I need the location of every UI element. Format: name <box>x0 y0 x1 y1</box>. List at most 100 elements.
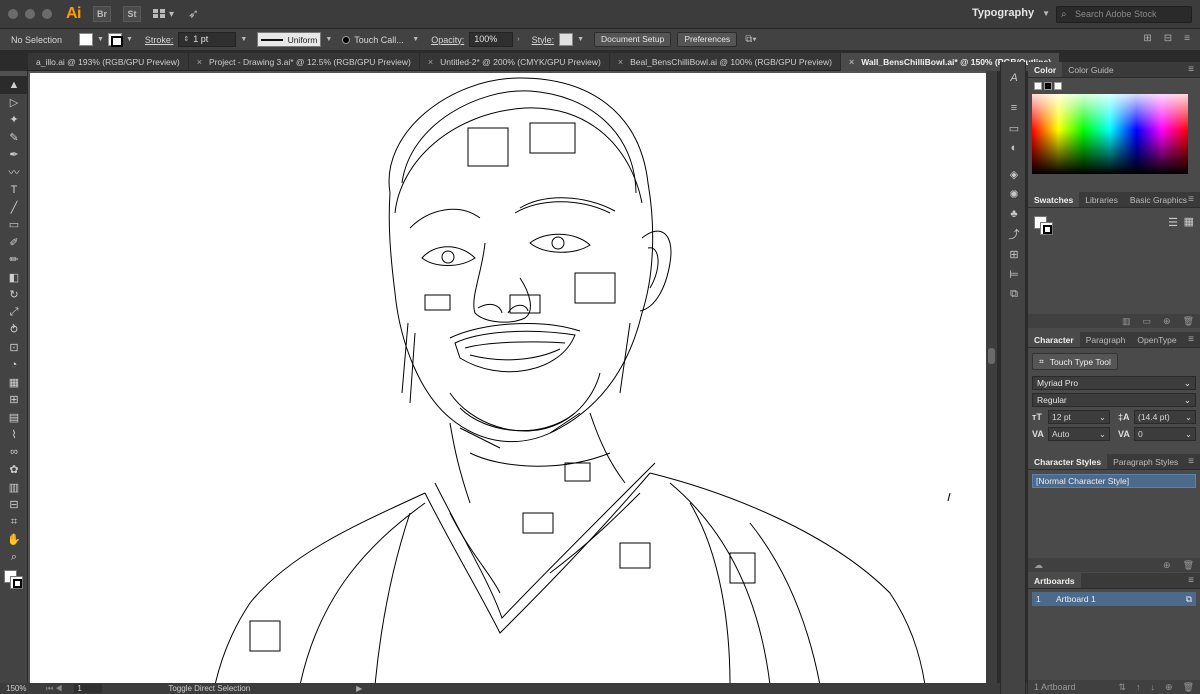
close-icon[interactable]: × <box>618 53 623 71</box>
chevron-down-icon[interactable]: ▼ <box>325 36 332 43</box>
new-swatch-icon[interactable]: ⊕ <box>1163 316 1171 327</box>
delete-icon[interactable]: 🗑 <box>1183 316 1194 327</box>
document-setup-button[interactable]: Document Setup <box>594 32 672 47</box>
variable-width-profile[interactable]: Uniform <box>257 32 322 47</box>
stroke-swatch[interactable] <box>107 33 123 47</box>
gradient-icon[interactable]: ▤ <box>0 409 28 427</box>
style-label[interactable]: Style: <box>532 35 555 45</box>
slice-icon[interactable]: ⌗ <box>0 514 28 532</box>
chevron-down-icon[interactable]: ▼ <box>240 36 247 43</box>
touch-type-tool-button[interactable]: ⌗ Touch Type Tool <box>1032 353 1118 370</box>
tab-paragraph-styles[interactable]: Paragraph Styles <box>1107 454 1184 469</box>
document-tab[interactable]: × Project - Drawing 3.ai* @ 12.5% (RGB/GP… <box>189 53 420 71</box>
align-icon[interactable]: ⊟ <box>1164 33 1172 44</box>
scrollbar-thumb[interactable] <box>988 348 995 364</box>
status-menu-icon[interactable]: ▶ <box>356 684 362 693</box>
new-artboard-icon[interactable]: ⊕ <box>1165 682 1173 693</box>
list-view-icon[interactable]: ☰ <box>1168 216 1178 229</box>
tab-color-guide[interactable]: Color Guide <box>1062 62 1119 77</box>
minimize-window-button[interactable] <box>25 9 35 19</box>
close-icon[interactable]: × <box>849 53 854 71</box>
document-tab[interactable]: × Beal_BensChilliBowl.ai @ 100% (RGB/GPU … <box>610 53 841 71</box>
panel-menu-icon[interactable]: ≡ <box>1188 573 1194 589</box>
cloud-icon[interactable]: ☁ <box>1034 560 1043 571</box>
export-panel-icon[interactable]: ⤴ <box>1001 224 1027 244</box>
rectangle-tool-icon[interactable]: ▭ <box>0 216 28 234</box>
panel-menu-icon[interactable]: ≡ <box>1188 332 1194 348</box>
chevron-down-icon[interactable]: ▼ <box>126 36 133 43</box>
preferences-button[interactable]: Preferences <box>677 32 738 47</box>
artboard-nav-prev-icon[interactable]: ⏮◀ <box>46 684 64 694</box>
free-transform-icon[interactable]: ⊡ <box>0 339 28 357</box>
magic-wand-icon[interactable]: ✦ <box>0 111 28 129</box>
panel-menu-icon[interactable]: ≡ <box>1184 33 1190 44</box>
panel-menu-icon[interactable]: ≡ <box>1188 62 1194 78</box>
new-color-group-icon[interactable]: ▭ <box>1143 316 1152 327</box>
panel-menu-icon[interactable]: ≡ <box>1188 192 1194 208</box>
tracking-field[interactable]: 0 ⌄ <box>1134 427 1196 441</box>
layers-panel-icon[interactable]: ◈ <box>1001 164 1027 184</box>
swatch-library-icon[interactable]: ▥ <box>1122 316 1131 327</box>
rearrange-icon[interactable]: ⇅ <box>1118 682 1126 693</box>
kerning-field[interactable]: Auto ⌄ <box>1048 427 1110 441</box>
line-tool-icon[interactable]: ╱ <box>0 199 28 217</box>
character-panel-icon[interactable]: A <box>1001 68 1027 88</box>
shape-builder-icon[interactable]: ◔ <box>0 356 28 374</box>
transparency-panel-icon[interactable]: ▭ <box>1001 118 1027 138</box>
document-tab[interactable]: a_illo.ai @ 193% (RGB/GPU Preview) <box>28 53 189 71</box>
none-swatch[interactable] <box>1034 82 1042 90</box>
font-family-field[interactable]: Myriad Pro ⌄ <box>1032 376 1196 390</box>
list-item[interactable]: [Normal Character Style] <box>1032 474 1196 488</box>
close-icon[interactable]: × <box>197 53 202 71</box>
chevron-down-icon[interactable]: ▼ <box>577 36 584 43</box>
tab-character-styles[interactable]: Character Styles <box>1028 454 1108 469</box>
tab-color[interactable]: Color <box>1028 62 1063 77</box>
stroke-weight-field[interactable]: ⇕ 1 pt <box>178 32 237 47</box>
canvas-area[interactable] <box>28 71 986 683</box>
pathfinder-panel-icon[interactable]: ⊞ <box>1001 244 1027 264</box>
artboard-tool-icon[interactable]: ⊟ <box>0 496 28 514</box>
portrait-outline-artwork[interactable] <box>30 73 986 683</box>
eyedropper-icon[interactable]: ⌇ <box>0 426 28 444</box>
font-size-field[interactable]: 12 pt ⌄ <box>1048 410 1110 424</box>
rotate-icon[interactable]: ↻ <box>0 286 28 304</box>
thumbnail-view-icon[interactable]: ▦ <box>1184 215 1194 228</box>
symbol-sprayer-icon[interactable]: ✿ <box>0 461 28 479</box>
tab-basic-graphics[interactable]: Basic Graphics <box>1124 192 1193 207</box>
status-message[interactable]: Toggle Direct Selection <box>168 684 250 693</box>
stock-button[interactable]: St <box>123 6 141 22</box>
brushes-panel-icon[interactable]: ✺ <box>1001 184 1027 204</box>
hand-tool-icon[interactable]: ✋ <box>0 531 28 549</box>
gpu-performance-icon[interactable]: ➶ <box>188 6 199 22</box>
tab-character[interactable]: Character <box>1028 332 1080 347</box>
scale-icon[interactable]: ⤢ <box>0 304 28 322</box>
artboard[interactable] <box>30 73 986 683</box>
stroke-label[interactable]: Stroke: <box>145 35 174 45</box>
delete-icon[interactable]: 🗑 <box>1183 560 1194 571</box>
black-swatch[interactable] <box>1044 82 1052 90</box>
bridge-button[interactable]: Br <box>93 6 111 22</box>
paintbrush-icon[interactable]: ✐ <box>0 234 28 252</box>
chevron-down-icon[interactable]: ▼ <box>97 36 104 43</box>
stock-search-input[interactable]: ⌕ Search Adobe Stock <box>1056 6 1192 23</box>
brush-definition[interactable]: Touch Call... <box>342 35 408 45</box>
tab-swatches[interactable]: Swatches <box>1028 192 1080 207</box>
tab-artboards[interactable]: Artboards <box>1028 573 1081 588</box>
move-down-icon[interactable]: ↓ <box>1151 682 1156 693</box>
color-spectrum[interactable] <box>1032 94 1188 174</box>
panel-menu-icon[interactable]: ≡ <box>1188 454 1194 470</box>
blend-icon[interactable]: ∞ <box>0 444 28 462</box>
tab-opentype[interactable]: OpenType <box>1131 332 1182 347</box>
workspace-switcher[interactable]: Typography ▼ <box>972 7 1050 19</box>
white-swatch[interactable] <box>1054 82 1062 90</box>
fill-swatch[interactable] <box>79 33 93 46</box>
arrange-icon[interactable]: ⧉▾ <box>745 34 756 45</box>
appearance-panel-icon[interactable]: ◐ <box>1001 138 1027 158</box>
artboard-number-field[interactable]: 1 <box>74 684 103 693</box>
tab-paragraph[interactable]: Paragraph <box>1080 332 1132 347</box>
delete-icon[interactable]: 🗑 <box>1183 682 1194 693</box>
mesh-icon[interactable]: ⊞ <box>0 391 28 409</box>
eraser-icon[interactable]: ◧ <box>0 269 28 287</box>
close-icon[interactable]: × <box>428 53 433 71</box>
transform-icon[interactable]: ⊞ <box>1143 33 1151 44</box>
